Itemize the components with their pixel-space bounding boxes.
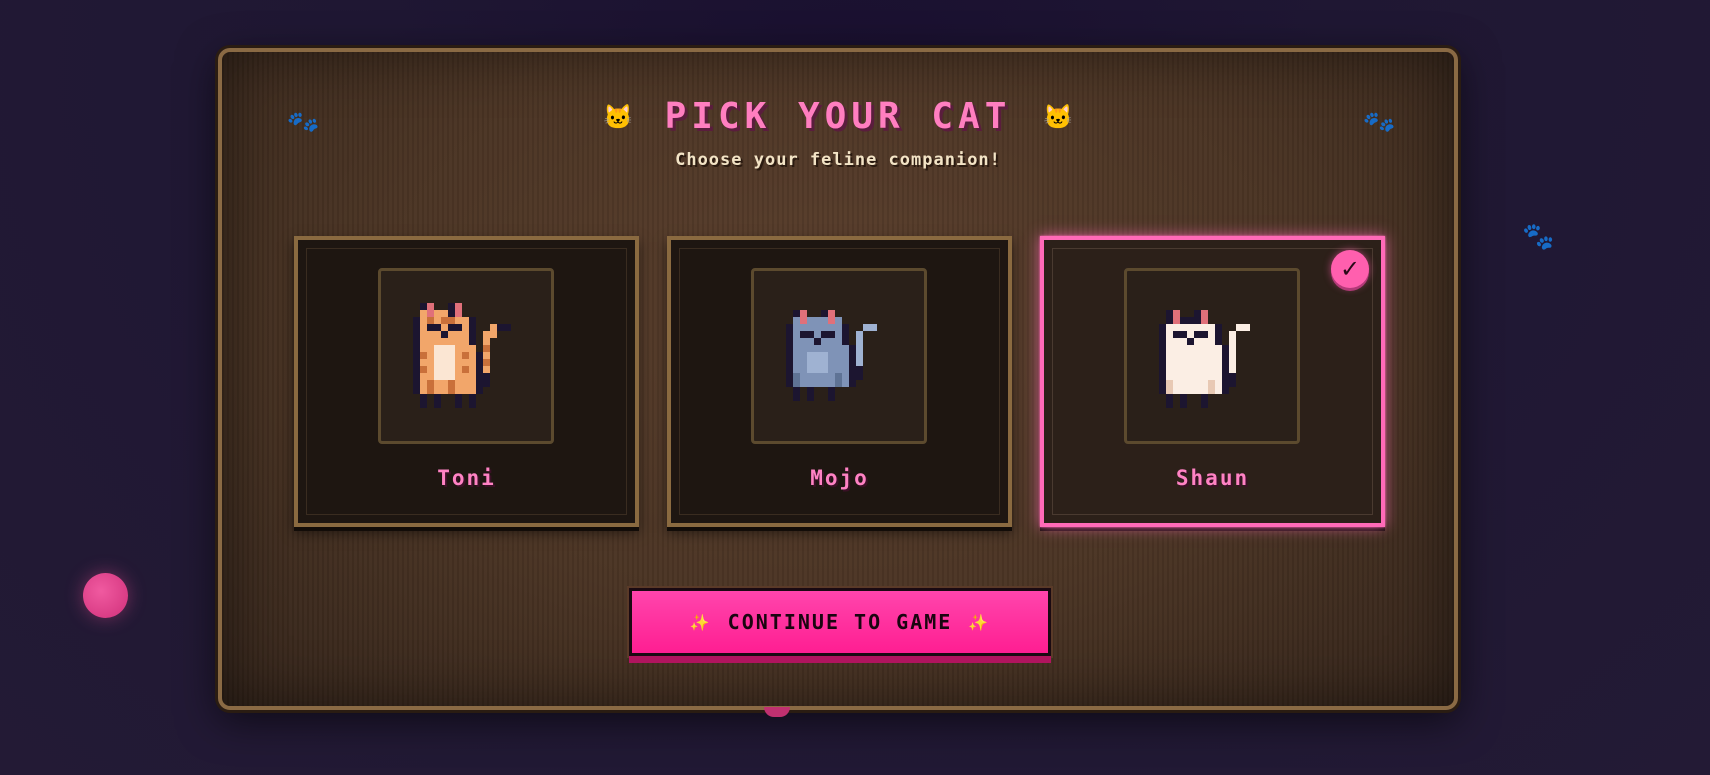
- cat-face-icon: 🐱: [1043, 102, 1073, 131]
- continue-to-game-button[interactable]: ✨ CONTINUE TO GAME ✨: [629, 588, 1051, 656]
- orange-tabby-cat-icon: [413, 303, 511, 408]
- white-cat-icon: [1159, 310, 1250, 408]
- sparkle-icon: ✨: [968, 612, 991, 632]
- page-title: PICK YOUR CAT: [664, 96, 1012, 137]
- cat-name-label: Mojo: [810, 466, 869, 490]
- page-subtitle: Choose your feline companion!: [675, 150, 1001, 170]
- cat-name-label: Shaun: [1175, 466, 1250, 490]
- blue-gray-cat-icon: [786, 310, 877, 401]
- cat-selection-panel: 🐾 🐾 🐱 PICK YOUR CAT 🐱 Choose your feline…: [218, 48, 1458, 710]
- cat-portrait-frame: [1124, 268, 1300, 444]
- cat-card-toni[interactable]: Toni: [294, 236, 639, 527]
- cat-portrait-frame: [751, 268, 927, 444]
- cat-face-icon: 🐱: [603, 102, 633, 131]
- title-row: 🐱 PICK YOUR CAT 🐱: [222, 96, 1454, 137]
- background-decoration-dot: [83, 573, 128, 618]
- background-paw-icon: 🐾: [1522, 222, 1555, 252]
- sparkle-icon: ✨: [689, 612, 712, 632]
- cat-portrait-frame: [378, 268, 554, 444]
- continue-button-label: CONTINUE TO GAME: [727, 610, 953, 634]
- cat-card-shaun[interactable]: ✓ Shaun: [1040, 236, 1385, 527]
- decoration-dot: [764, 707, 790, 717]
- cat-card-mojo[interactable]: Mojo: [667, 236, 1012, 527]
- cat-name-label: Toni: [437, 466, 496, 490]
- selected-check-icon: ✓: [1331, 250, 1369, 288]
